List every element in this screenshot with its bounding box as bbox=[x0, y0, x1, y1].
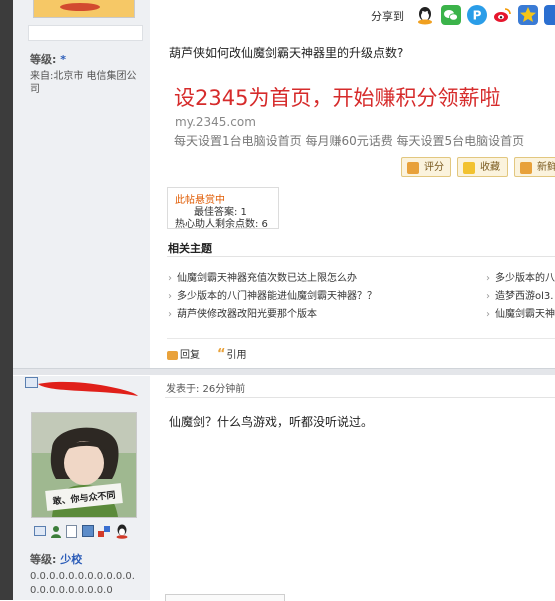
wechat-icon[interactable] bbox=[441, 5, 461, 25]
new-button[interactable]: 新鲜 bbox=[514, 157, 555, 177]
reply-icon bbox=[167, 350, 178, 360]
user-from: 来自:北京市 电信集团公司 bbox=[30, 71, 137, 95]
post2-content: 仙魔剑？什么鸟游戏，听都没听说过。 bbox=[169, 415, 374, 429]
info-card-icon[interactable] bbox=[82, 525, 94, 537]
post2-header-divider bbox=[165, 397, 555, 398]
related-divider bbox=[167, 256, 555, 257]
quote-icon: “ bbox=[217, 347, 226, 362]
group-icon[interactable] bbox=[98, 525, 111, 538]
qq-icon[interactable] bbox=[415, 5, 435, 25]
related-heading: 相关主题 bbox=[168, 242, 212, 255]
post-divider bbox=[13, 368, 555, 375]
related-link-1[interactable]: 仙魔剑霸天神器充值次数已达上限怎么办 bbox=[168, 269, 357, 284]
star-icon bbox=[463, 162, 475, 174]
post2-user-level-label: 等级: bbox=[30, 553, 57, 566]
user-level: 等级: * bbox=[30, 51, 66, 67]
share-label: 分享到 bbox=[371, 10, 404, 23]
related-link-6[interactable]: 仙魔剑霸天神 bbox=[486, 305, 555, 320]
avatar-bottom-edge bbox=[33, 0, 135, 18]
rate-button[interactable]: 评分 bbox=[401, 157, 451, 177]
avatar-shape bbox=[60, 3, 100, 11]
favorite-button-label: 收藏 bbox=[480, 162, 500, 173]
quote-button[interactable]: “引用 bbox=[217, 346, 247, 361]
thumbs-up-icon bbox=[407, 162, 419, 174]
weibo-icon[interactable] bbox=[492, 5, 512, 25]
related-link-4[interactable]: 多少版本的八 bbox=[486, 269, 555, 284]
page-left-edge bbox=[0, 0, 13, 600]
user-level-value[interactable]: * bbox=[60, 53, 66, 66]
user-level-label: 等级: bbox=[30, 53, 57, 66]
profile-icon[interactable] bbox=[66, 525, 77, 538]
sidebar-bar bbox=[28, 25, 143, 41]
post2-user-dots: 0.0.0.0.0.0.0.0.0.0.0.0.0.0.0.0.0.0.0.0 bbox=[30, 571, 135, 596]
ad-headline[interactable]: 设2345为首页，开始赚积分领薪啦 bbox=[174, 82, 500, 112]
action-divider bbox=[167, 338, 555, 339]
svg-text:P: P bbox=[473, 9, 482, 23]
ad-url[interactable]: my.2345.com bbox=[175, 115, 256, 129]
post2-user-level-value[interactable]: 少校 bbox=[60, 553, 82, 566]
bounty-hot: 热心助人剩余点数: 6 bbox=[175, 219, 268, 230]
more-share-icon[interactable] bbox=[544, 5, 555, 25]
bounty-box: 此帖悬赏中 最佳答案: 1 热心助人剩余点数: 6 bbox=[167, 187, 279, 230]
quote-label: 引用 bbox=[226, 350, 247, 361]
post1-title: 葫芦侠如何改仙魔剑霸天神器里的升级点数? bbox=[169, 46, 404, 60]
post2-user-level: 等级: 少校 bbox=[30, 551, 82, 567]
related-link-2[interactable]: 多少版本的八门神器能进仙魔剑霸天神器？？ bbox=[168, 287, 377, 302]
user-action-icons bbox=[34, 524, 138, 540]
reply-label: 回复 bbox=[180, 350, 200, 361]
new-icon bbox=[520, 162, 532, 174]
qzone-icon[interactable]: P bbox=[467, 5, 487, 25]
favorite-button[interactable]: 收藏 bbox=[457, 157, 508, 177]
add-friend-icon[interactable] bbox=[50, 525, 62, 538]
new-button-label: 新鲜 bbox=[537, 162, 555, 173]
rate-button-label: 评分 bbox=[424, 162, 444, 173]
qq-contact-icon[interactable] bbox=[115, 524, 129, 539]
reply-button[interactable]: 回复 bbox=[167, 346, 200, 361]
star-bookmark-icon[interactable] bbox=[518, 5, 538, 25]
ad-subline[interactable]: 每天设置1台电脑设首页 每月赚60元话费 每天设置5台电脑设首页 bbox=[174, 132, 524, 149]
send-message-icon[interactable] bbox=[34, 526, 46, 536]
related-link-5[interactable]: 造梦西游ol3. bbox=[486, 287, 553, 302]
related-link-3[interactable]: 葫芦侠修改器改阳光要那个版本 bbox=[168, 305, 317, 320]
post2-time: 发表于: 26分钟前 bbox=[166, 384, 246, 395]
username-redacted bbox=[36, 378, 140, 398]
post2-avatar[interactable]: 敢、你与众不同 bbox=[31, 412, 137, 518]
